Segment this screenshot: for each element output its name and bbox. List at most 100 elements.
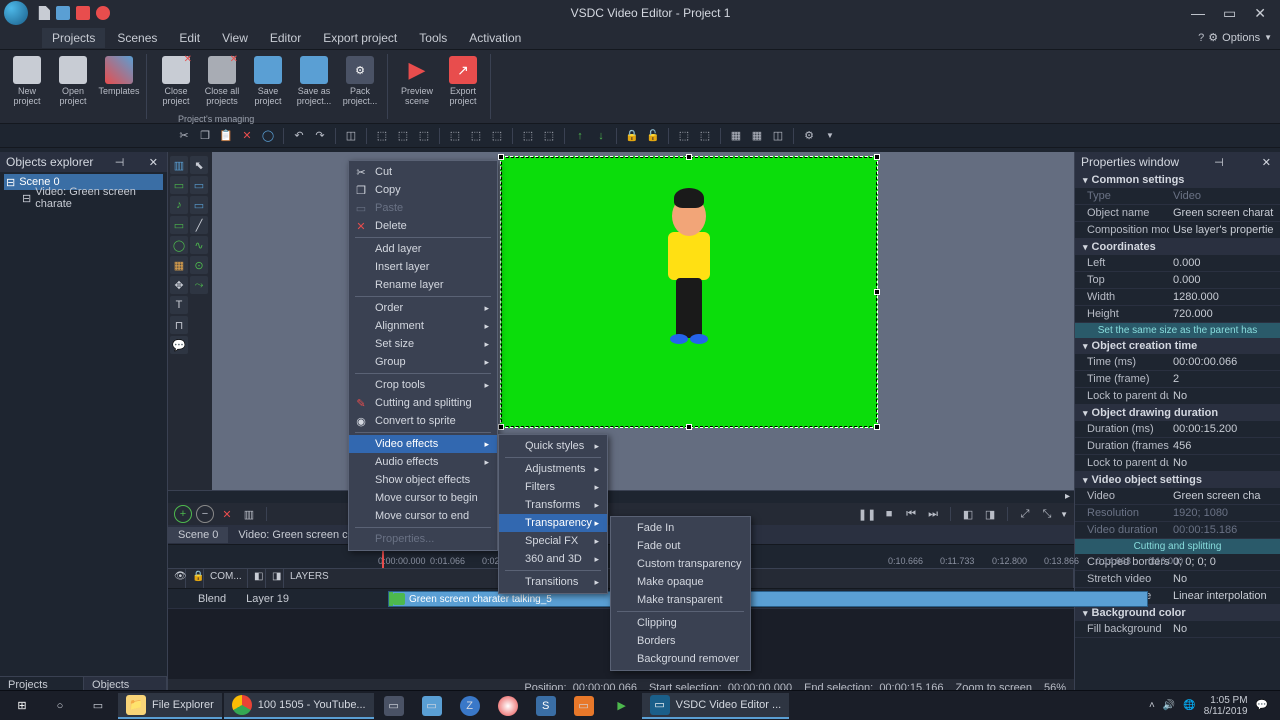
menu-projects[interactable]: Projects [42,28,105,48]
cm-group[interactable]: Group▸ [349,353,497,371]
copy-icon[interactable]: ❐ [196,127,214,145]
section-video-settings[interactable]: Video object settings [1075,472,1280,488]
shape-icon[interactable]: ◯ [259,127,277,145]
menu-edit[interactable]: Edit [169,28,210,48]
start-button[interactable]: ⊞ [4,693,40,719]
sm-adjustments[interactable]: Adjustments▸ [499,460,607,478]
tray-up-icon[interactable]: ˄ [1149,700,1155,711]
cm-convert-sprite[interactable]: ◉Convert to sprite [349,412,497,430]
layers-icon[interactable]: ▥ [240,505,258,523]
counter-icon[interactable]: ⊙ [190,256,208,274]
cm-rename-layer[interactable]: Rename layer [349,276,497,294]
align-right-icon[interactable]: ⬚ [415,127,433,145]
qat-save-icon[interactable] [56,6,70,20]
sm-360-3d[interactable]: 360 and 3D▸ [499,550,607,568]
help-icon[interactable]: ? [1198,32,1204,44]
preview-scene-button[interactable]: ▶Previewscene [396,54,438,119]
taskbar-vsdc[interactable]: ▭VSDC Video Editor ... [642,693,790,719]
cm-delete[interactable]: ✕Delete [349,217,497,235]
cm-cut[interactable]: ✂Cut [349,163,497,181]
lock-icon[interactable]: 🔒 [623,127,641,145]
sprite-icon[interactable]: ▭ [190,196,208,214]
tray-time[interactable]: 1:05 PM [1204,695,1248,706]
cm-video-effects[interactable]: Video effects▸ [349,435,497,453]
sm-transparency[interactable]: Transparency▸ [499,514,607,532]
save-project-button[interactable]: Saveproject [247,54,289,119]
crop-icon[interactable]: ◫ [342,127,360,145]
grid-icon[interactable]: ▦ [727,127,745,145]
prev-icon[interactable]: ⏮ [902,505,920,523]
distribute-v-icon[interactable]: ⬚ [540,127,558,145]
taskbar-chrome[interactable]: 100 1505 - YouTube... [224,693,374,719]
sm-quick-styles[interactable]: Quick styles▸ [499,437,607,455]
sm2-fade-out[interactable]: Fade out [611,537,750,555]
chart-icon[interactable]: ▥ [170,156,188,174]
sm2-custom-transparency[interactable]: Custom transparency [611,555,750,573]
search-button[interactable]: ○ [42,693,78,719]
guides-icon[interactable]: ▦ [748,127,766,145]
undo-icon[interactable]: ↶ [290,127,308,145]
sm2-bg-remover[interactable]: Background remover [611,650,750,668]
paste-icon[interactable]: 📋 [217,127,235,145]
tray-network-icon[interactable]: 🔊 [1163,700,1175,711]
ungroup-icon[interactable]: ⬚ [696,127,714,145]
cm-cutting[interactable]: ✎Cutting and splitting [349,394,497,412]
section-drawing-duration[interactable]: Object drawing duration [1075,405,1280,421]
menu-export[interactable]: Export project [313,28,407,48]
align-left-icon[interactable]: ⬚ [373,127,391,145]
save-as-button[interactable]: Save asproject... [293,54,335,119]
subtitle-icon[interactable]: 💬 [170,336,188,354]
unlock-icon[interactable]: 🔓 [644,127,662,145]
close-all-button[interactable]: ✕Close allprojects [201,54,243,119]
sm2-clipping[interactable]: Clipping [611,614,750,632]
task-view-button[interactable]: ▭ [80,693,116,719]
minimize-button[interactable]: — [1191,5,1205,22]
cm-audio-effects[interactable]: Audio effects▸ [349,453,497,471]
dropdown-icon[interactable]: ▼ [821,127,839,145]
tray-date[interactable]: 8/11/2019 [1204,706,1248,717]
same-size-link[interactable]: Set the same size as the parent has [1075,323,1280,338]
cm-add-layer[interactable]: Add layer [349,240,497,258]
menu-editor[interactable]: Editor [260,28,311,48]
cm-order[interactable]: Order▸ [349,299,497,317]
cm-copy[interactable]: ❐Copy [349,181,497,199]
qat-new-icon[interactable] [36,6,50,20]
taskbar-file-explorer[interactable]: 📁File Explorer [118,693,222,719]
snap-icon[interactable]: ◫ [769,127,787,145]
sm2-borders[interactable]: Borders [611,632,750,650]
cm-cursor-begin[interactable]: Move cursor to begin [349,489,497,507]
video-icon[interactable]: ▭ [190,176,208,194]
curve-icon[interactable]: ∿ [190,236,208,254]
close-button[interactable]: ✕ [1254,5,1266,22]
ellipse-icon[interactable]: ◯ [170,236,188,254]
align-center-icon[interactable]: ⬚ [394,127,412,145]
sm-special-fx[interactable]: Special FX▸ [499,532,607,550]
line-icon[interactable]: ╱ [190,216,208,234]
next-icon[interactable]: ⏭ [924,505,942,523]
align-top-icon[interactable]: ⬚ [446,127,464,145]
pointer-icon[interactable]: ⬉ [190,156,208,174]
rect-icon[interactable]: ▭ [170,216,188,234]
menu-view[interactable]: View [212,28,258,48]
cm-crop-tools[interactable]: Crop tools▸ [349,376,497,394]
taskbar-app5[interactable]: S [528,693,564,719]
image-icon[interactable]: ▭ [170,176,188,194]
menu-tools[interactable]: Tools [409,28,457,48]
marker-out-icon[interactable]: ◨ [981,505,999,523]
taskbar-app7[interactable]: ▶ [604,693,640,719]
options-label[interactable]: Options [1222,32,1260,44]
distribute-h-icon[interactable]: ⬚ [519,127,537,145]
prop-pin-icon[interactable]: ⊣ [1211,156,1227,169]
audio-icon[interactable]: ♪ [170,196,188,214]
objects-tree[interactable]: ⊟Scene 0 ⊟Video: Green screen charate [0,172,167,676]
marker-in-icon[interactable]: ◧ [959,505,977,523]
pin-icon[interactable]: ⊣ [112,156,128,169]
maximize-button[interactable]: ▭ [1223,5,1236,22]
sm2-make-opaque[interactable]: Make opaque [611,573,750,591]
prop-close-icon[interactable]: ✕ [1259,156,1274,169]
timeline-scene-tab[interactable]: Scene 0 [168,527,228,543]
taskbar-app6[interactable]: ▭ [566,693,602,719]
section-bgcolor[interactable]: Background color [1075,605,1280,621]
move-icon[interactable]: ✥ [170,276,188,294]
zoom-in-icon[interactable]: ⤡ [1038,505,1056,523]
